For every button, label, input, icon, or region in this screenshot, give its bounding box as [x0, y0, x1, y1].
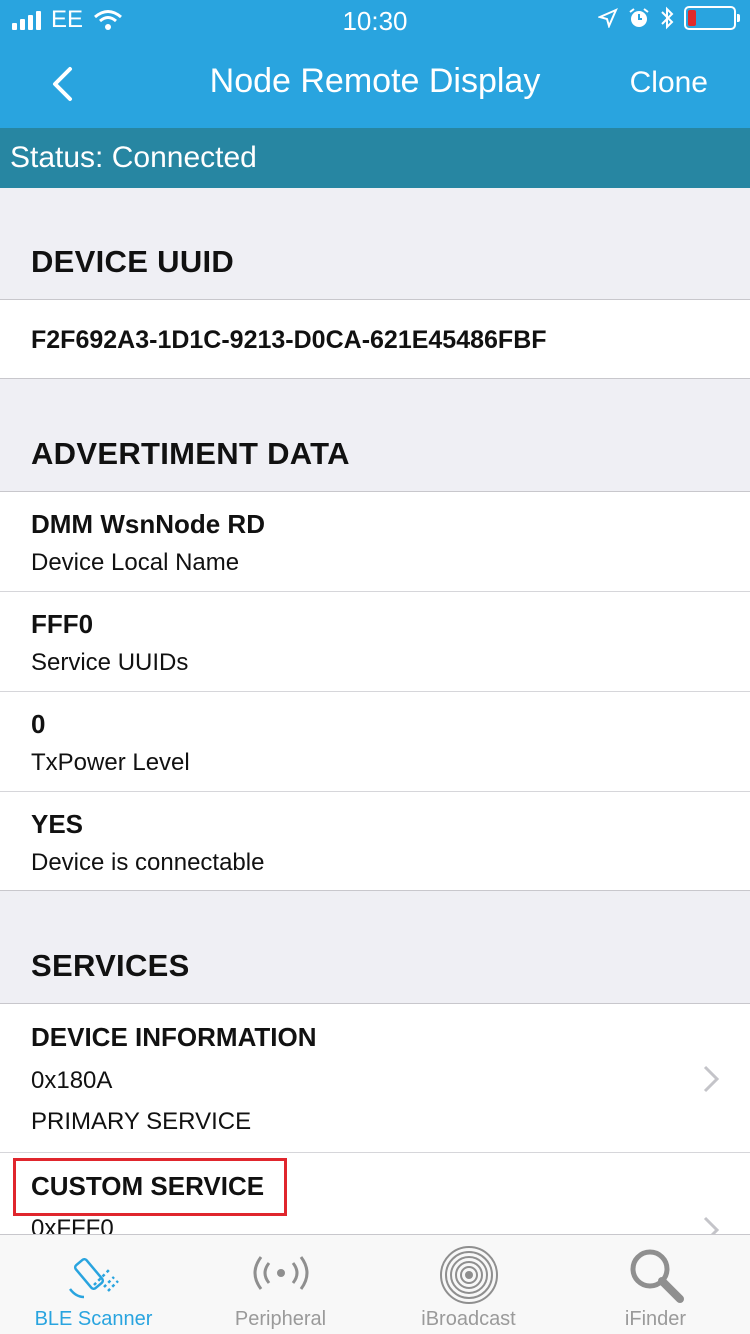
- tab-ble-scanner[interactable]: BLE Scanner: [0, 1235, 187, 1334]
- adv-value: YES: [31, 809, 84, 839]
- list-item: DMM WsnNode RD Device Local Name: [0, 492, 750, 592]
- service-name: DEVICE INFORMATION: [31, 1022, 317, 1052]
- location-arrow-icon: [598, 8, 618, 28]
- service-custom[interactable]: CUSTOM SERVICE 0xFFF0: [0, 1153, 750, 1244]
- list-item: 0 TxPower Level: [0, 692, 750, 792]
- tab-ibroadcast[interactable]: iBroadcast: [375, 1235, 562, 1334]
- tab-peripheral[interactable]: Peripheral: [187, 1235, 374, 1334]
- adv-value: DMM WsnNode RD: [31, 509, 265, 539]
- peripheral-icon: [253, 1256, 308, 1290]
- service-name: CUSTOM SERVICE: [31, 1171, 265, 1201]
- adv-label: Device Local Name: [31, 549, 240, 576]
- chevron-right-icon: [703, 1065, 720, 1093]
- adv-label: Service UUIDs: [31, 649, 189, 676]
- tab-bar: BLE Scanner Peripheral iBroadcast iFinde…: [0, 1234, 750, 1334]
- adv-label: TxPower Level: [31, 749, 190, 776]
- tab-label: Peripheral: [234, 1308, 327, 1330]
- tab-ifinder[interactable]: iFinder: [562, 1235, 749, 1334]
- ibroadcast-icon: [439, 1246, 498, 1304]
- device-uuid-panel: F2F692A3-1D1C-9213-D0CA-621E45486FBF: [0, 299, 750, 379]
- bluetooth-icon: [661, 6, 674, 30]
- list-item: YES Device is connectable: [0, 792, 750, 891]
- advertisement-panel: DMM WsnNode RD Device Local Name FFF0 Se…: [0, 491, 750, 891]
- adv-label: Device is connectable: [31, 849, 265, 876]
- tab-label: iFinder: [624, 1308, 687, 1330]
- connection-status: Status: Connected: [0, 128, 750, 188]
- advertisement-header: ADVERTIMENT DATA: [31, 436, 350, 471]
- services-header: SERVICES: [31, 948, 190, 983]
- service-device-information[interactable]: DEVICE INFORMATION 0x180A PRIMARY SERVIC…: [0, 1004, 750, 1153]
- battery-icon: [684, 6, 740, 30]
- services-panel: DEVICE INFORMATION 0x180A PRIMARY SERVIC…: [0, 1003, 750, 1244]
- adv-value: FFF0: [31, 609, 94, 639]
- status-bar: EE 10:30: [0, 0, 750, 40]
- clone-button[interactable]: Clone: [630, 66, 708, 100]
- tab-label: iBroadcast: [421, 1308, 516, 1330]
- adv-value: 0: [31, 709, 46, 739]
- device-uuid-value: F2F692A3-1D1C-9213-D0CA-621E45486FBF: [31, 326, 547, 354]
- service-uuid: 0x180A: [31, 1067, 113, 1094]
- list-item: FFF0 Service UUIDs: [0, 592, 750, 692]
- service-type: PRIMARY SERVICE: [31, 1108, 252, 1135]
- ble-scanner-icon: [68, 1257, 119, 1299]
- ifinder-icon: [630, 1249, 684, 1303]
- navigation-bar: EE 10:30 Node Remote Display Clone: [0, 0, 750, 128]
- device-uuid-header: DEVICE UUID: [31, 244, 235, 279]
- alarm-icon: [629, 8, 649, 27]
- tab-label: BLE Scanner: [34, 1308, 153, 1330]
